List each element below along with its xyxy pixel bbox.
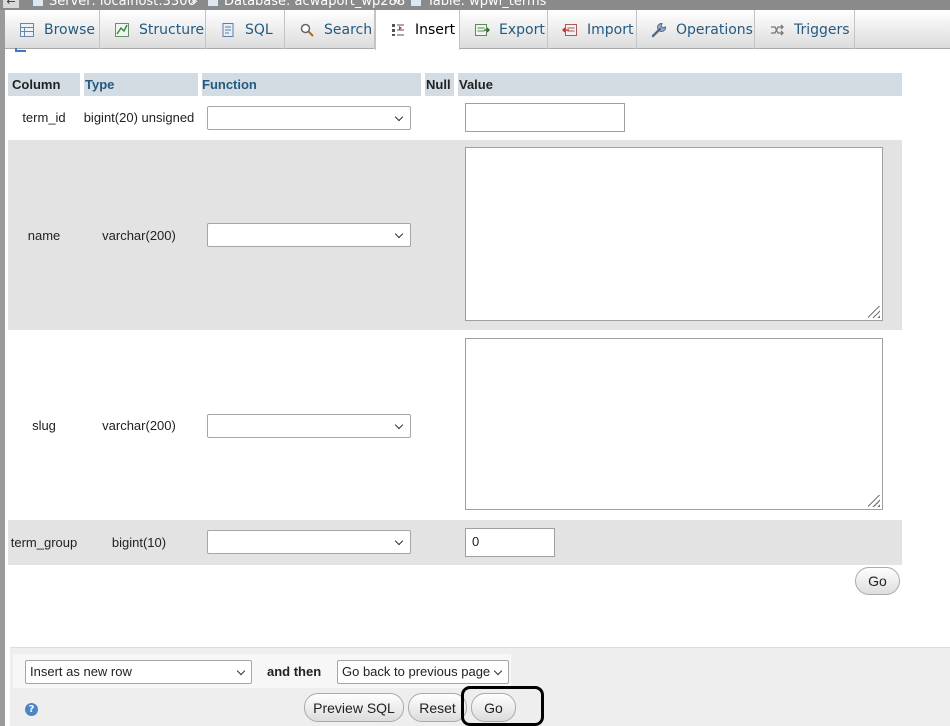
function-select[interactable] [207,530,411,554]
resize-grip-icon[interactable] [868,495,880,507]
value-input[interactable]: 0 [465,528,555,557]
value-textarea[interactable] [465,147,883,321]
breadcrumb-database[interactable]: Database: acwaport_wp288 [207,0,405,9]
reset-button[interactable]: Reset [408,693,467,722]
header-column: Column [12,77,61,92]
column-name: term_id [22,110,66,125]
column-type: varchar(200) [102,228,176,243]
column-name: name [27,228,61,243]
tab-operations[interactable]: Operations [637,10,755,49]
table-row: term_id bigint(20) unsigned [8,96,902,140]
tab-export[interactable]: Export [460,10,548,49]
tab-structure[interactable]: Structure [100,10,206,49]
tab-search[interactable]: Search [285,10,375,49]
resize-grip-icon[interactable] [868,306,880,318]
server-icon [32,0,44,7]
checkbox-marker-icon [15,48,26,52]
back-arrow-icon[interactable]: ← [3,0,19,8]
table-icon [410,0,422,7]
header-value: Value [459,77,493,92]
tab-browse[interactable]: Browse [5,10,100,49]
tab-import[interactable]: Import [548,10,637,49]
breadcrumb-table[interactable]: Table: wpwi_terms [410,0,546,9]
go-button[interactable]: Go [855,567,900,595]
insert-mode-select[interactable]: Insert as new row [25,660,252,684]
tab-triggers[interactable]: Triggers [755,10,855,49]
column-name: term_group [10,535,78,550]
table-row: slug varchar(200) [8,330,902,520]
tab-sql[interactable]: SQL [206,10,285,49]
header-type[interactable]: Type [85,77,114,92]
column-type: varchar(200) [102,418,176,433]
value-input[interactable] [465,103,625,132]
header-null: Null [426,77,451,92]
triggers-icon [771,24,784,35]
after-insert-select[interactable]: Go back to previous page [337,660,509,684]
export-icon [475,23,490,36]
left-border [0,0,5,726]
preview-sql-button[interactable]: Preview SQL [304,693,404,722]
function-select[interactable] [207,414,411,438]
breadcrumb-separator: » [190,0,198,9]
sql-icon [222,22,234,37]
table-header: Column Type Function Null Value [8,73,902,96]
wrench-icon [651,22,667,37]
tab-insert[interactable]: Insert [375,10,460,50]
value-textarea[interactable] [465,338,883,510]
search-icon [300,23,314,37]
and-then-label: and then [267,664,322,679]
column-type: bigint(10) [111,535,167,550]
function-select[interactable] [207,223,411,247]
column-type: bigint(20) unsigned [83,110,195,125]
tab-bar: Browse Structure SQL Search Insert Expor… [5,10,950,50]
insert-icon [392,24,404,36]
browse-icon [20,22,34,37]
table-row: name varchar(200) [8,140,902,330]
help-icon[interactable]: ? [25,703,38,716]
table-row: term_group bigint(10) 0 [8,520,902,565]
structure-icon [115,22,129,37]
function-select[interactable] [207,106,411,130]
breadcrumb-separator: » [393,0,401,9]
header-function[interactable]: Function [202,77,257,92]
import-icon [562,23,577,36]
breadcrumb: ← Server: localhost:3306 » Database: acw… [0,0,950,10]
column-name: slug [32,418,56,433]
breadcrumb-server[interactable]: Server: localhost:3306 [32,0,196,9]
database-icon [207,0,219,7]
highlight-annotation [461,686,544,726]
